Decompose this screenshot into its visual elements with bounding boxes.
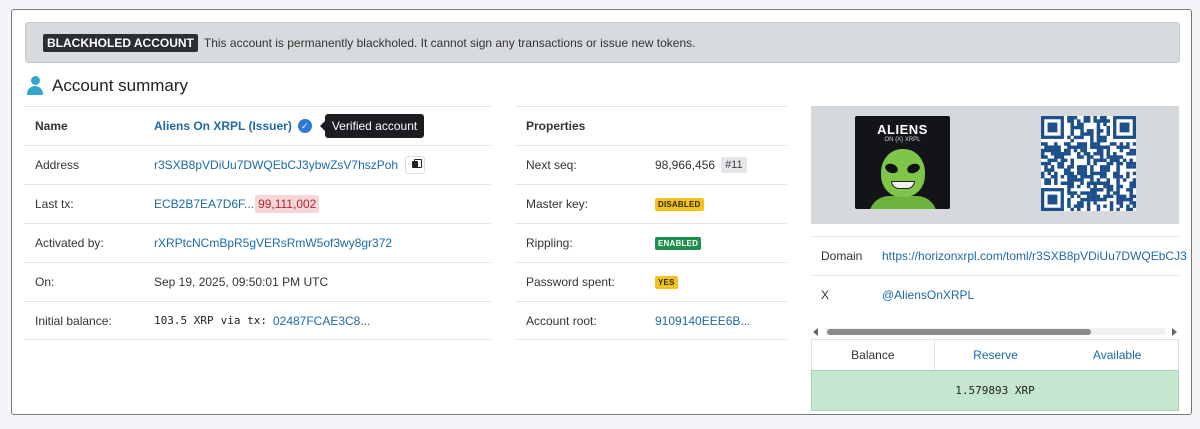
- initial-balance-label: Initial balance:: [35, 313, 112, 328]
- address-label: Address: [35, 158, 80, 172]
- last-tx-link[interactable]: ECB2B7EA7D6F...: [154, 197, 254, 211]
- x-handle-link[interactable]: @AliensOnXRPL: [882, 288, 974, 302]
- rippling-status-badge: ENABLED: [655, 236, 702, 250]
- account-root-link[interactable]: 9109140EEE6B...: [655, 314, 750, 328]
- properties-table: Properties Next seq: 98,966,456 #11 Mast…: [515, 106, 787, 340]
- qr-code-icon[interactable]: [1041, 116, 1136, 211]
- tab-available[interactable]: Available: [1056, 340, 1178, 370]
- activated-label: Activated by:: [35, 236, 104, 250]
- balance-tabs: Balance Reserve Available: [811, 339, 1179, 371]
- master-key-status-badge: DISABLED: [655, 197, 704, 211]
- x-label: X: [821, 288, 830, 302]
- on-label: On:: [35, 275, 55, 289]
- domain-link[interactable]: https://horizonxrpl.com/toml/r3SXB8pVDiU…: [882, 249, 1187, 263]
- address-row: Address r3SXB8pVDiUu7DWQEbCJ3ybwZsV7hszP…: [24, 145, 491, 184]
- tab-reserve[interactable]: Reserve: [935, 340, 1057, 370]
- page-title: Account summary: [52, 76, 189, 95]
- master-key-label: Master key:: [526, 197, 589, 211]
- initial-balance-row: Initial balance: 103.5 XRP via tx: 02487…: [24, 301, 491, 340]
- properties-header-row: Properties: [515, 106, 787, 145]
- last-tx-label: Last tx:: [35, 197, 74, 211]
- rippling-label: Rippling:: [526, 236, 573, 250]
- address-link[interactable]: r3SXB8pVDiUu7DWQEbCJ3ybwZsV7hszPoh: [154, 158, 398, 172]
- scroll-left-icon[interactable]: [813, 328, 818, 336]
- verified-check-icon[interactable]: ✓: [297, 119, 312, 133]
- blackholed-badge: BLACKHOLED ACCOUNT: [43, 33, 198, 52]
- logo-subtitle: ON {X} XRPL: [884, 137, 921, 143]
- name-label: Name: [35, 119, 68, 133]
- next-seq-value: 98,966,456: [655, 158, 716, 172]
- master-key-row: Master key: DISABLED: [515, 184, 787, 223]
- initial-tx-link[interactable]: 02487FCAE3C8...: [273, 314, 370, 328]
- media-strip: ALIENS ON {X} XRPL: [811, 106, 1179, 224]
- balance-panel: 1.579893 XRP: [811, 370, 1179, 411]
- user-icon: [27, 76, 43, 96]
- blackholed-message: This account is permanently blackholed. …: [203, 35, 696, 50]
- on-row: On: Sep 19, 2025, 09:50:01 PM UTC: [24, 262, 491, 301]
- blackholed-banner: BLACKHOLED ACCOUNT This account is perma…: [25, 22, 1180, 63]
- domain-label: Domain: [821, 249, 863, 263]
- initial-balance-amount: 103.5 XRP: [154, 314, 214, 327]
- activation-date: Sep 19, 2025, 09:50:01 PM UTC: [154, 275, 329, 289]
- activated-row: Activated by: rXRPtcNCmBpR5gVERsRmW5of3w…: [24, 223, 491, 262]
- account-details-table: Name Aliens On XRPL (Issuer) ✓ Verified …: [24, 106, 491, 340]
- scrollbar-thumb[interactable]: [827, 329, 1091, 335]
- account-card: BLACKHOLED ACCOUNT This account is perma…: [11, 9, 1192, 415]
- next-seq-row: Next seq: 98,966,456 #11: [515, 145, 787, 184]
- account-name-link[interactable]: Aliens On XRPL (Issuer): [154, 119, 292, 133]
- properties-header: Properties: [526, 119, 586, 133]
- domain-row: Domain https://horizonxrpl.com/toml/r3SX…: [811, 236, 1187, 275]
- seq-count-badge: #11: [721, 157, 747, 173]
- password-spent-label: Password spent:: [526, 275, 615, 289]
- balance-value: 1.579893 XRP: [955, 384, 1035, 397]
- horizontal-scrollbar[interactable]: [811, 325, 1179, 339]
- activator-link[interactable]: rXRPtcNCmBpR5gVERsRmW5of3wy8gr372: [154, 236, 392, 250]
- last-tx-row: Last tx: ECB2B7EA7D6F... 99,111,002: [24, 184, 491, 223]
- logo-title: ALIENS: [877, 122, 928, 137]
- summary-heading: Account summary: [27, 76, 188, 96]
- ledger-index-badge: 99,111,002: [255, 195, 320, 213]
- x-row: X @AliensOnXRPL: [811, 275, 1179, 314]
- password-spent-badge: YES: [655, 275, 678, 289]
- right-panel: ALIENS ON {X} XRPL Domain https://horizo…: [811, 106, 1187, 411]
- account-root-label: Account root:: [526, 313, 597, 328]
- account-root-row: Account root: 9109140EEE6B...: [515, 301, 787, 340]
- account-logo: ALIENS ON {X} XRPL: [855, 116, 950, 209]
- name-row: Name Aliens On XRPL (Issuer) ✓ Verified …: [24, 106, 491, 145]
- password-spent-row: Password spent: YES: [515, 262, 787, 301]
- via-tx-label: via tx:: [220, 314, 267, 327]
- scroll-right-icon[interactable]: [1172, 328, 1177, 336]
- verified-tooltip: Verified account: [319, 114, 425, 138]
- copy-icon[interactable]: [405, 156, 426, 174]
- rippling-row: Rippling: ENABLED: [515, 223, 787, 262]
- next-seq-label: Next seq:: [526, 158, 577, 172]
- tab-balance[interactable]: Balance: [812, 340, 935, 370]
